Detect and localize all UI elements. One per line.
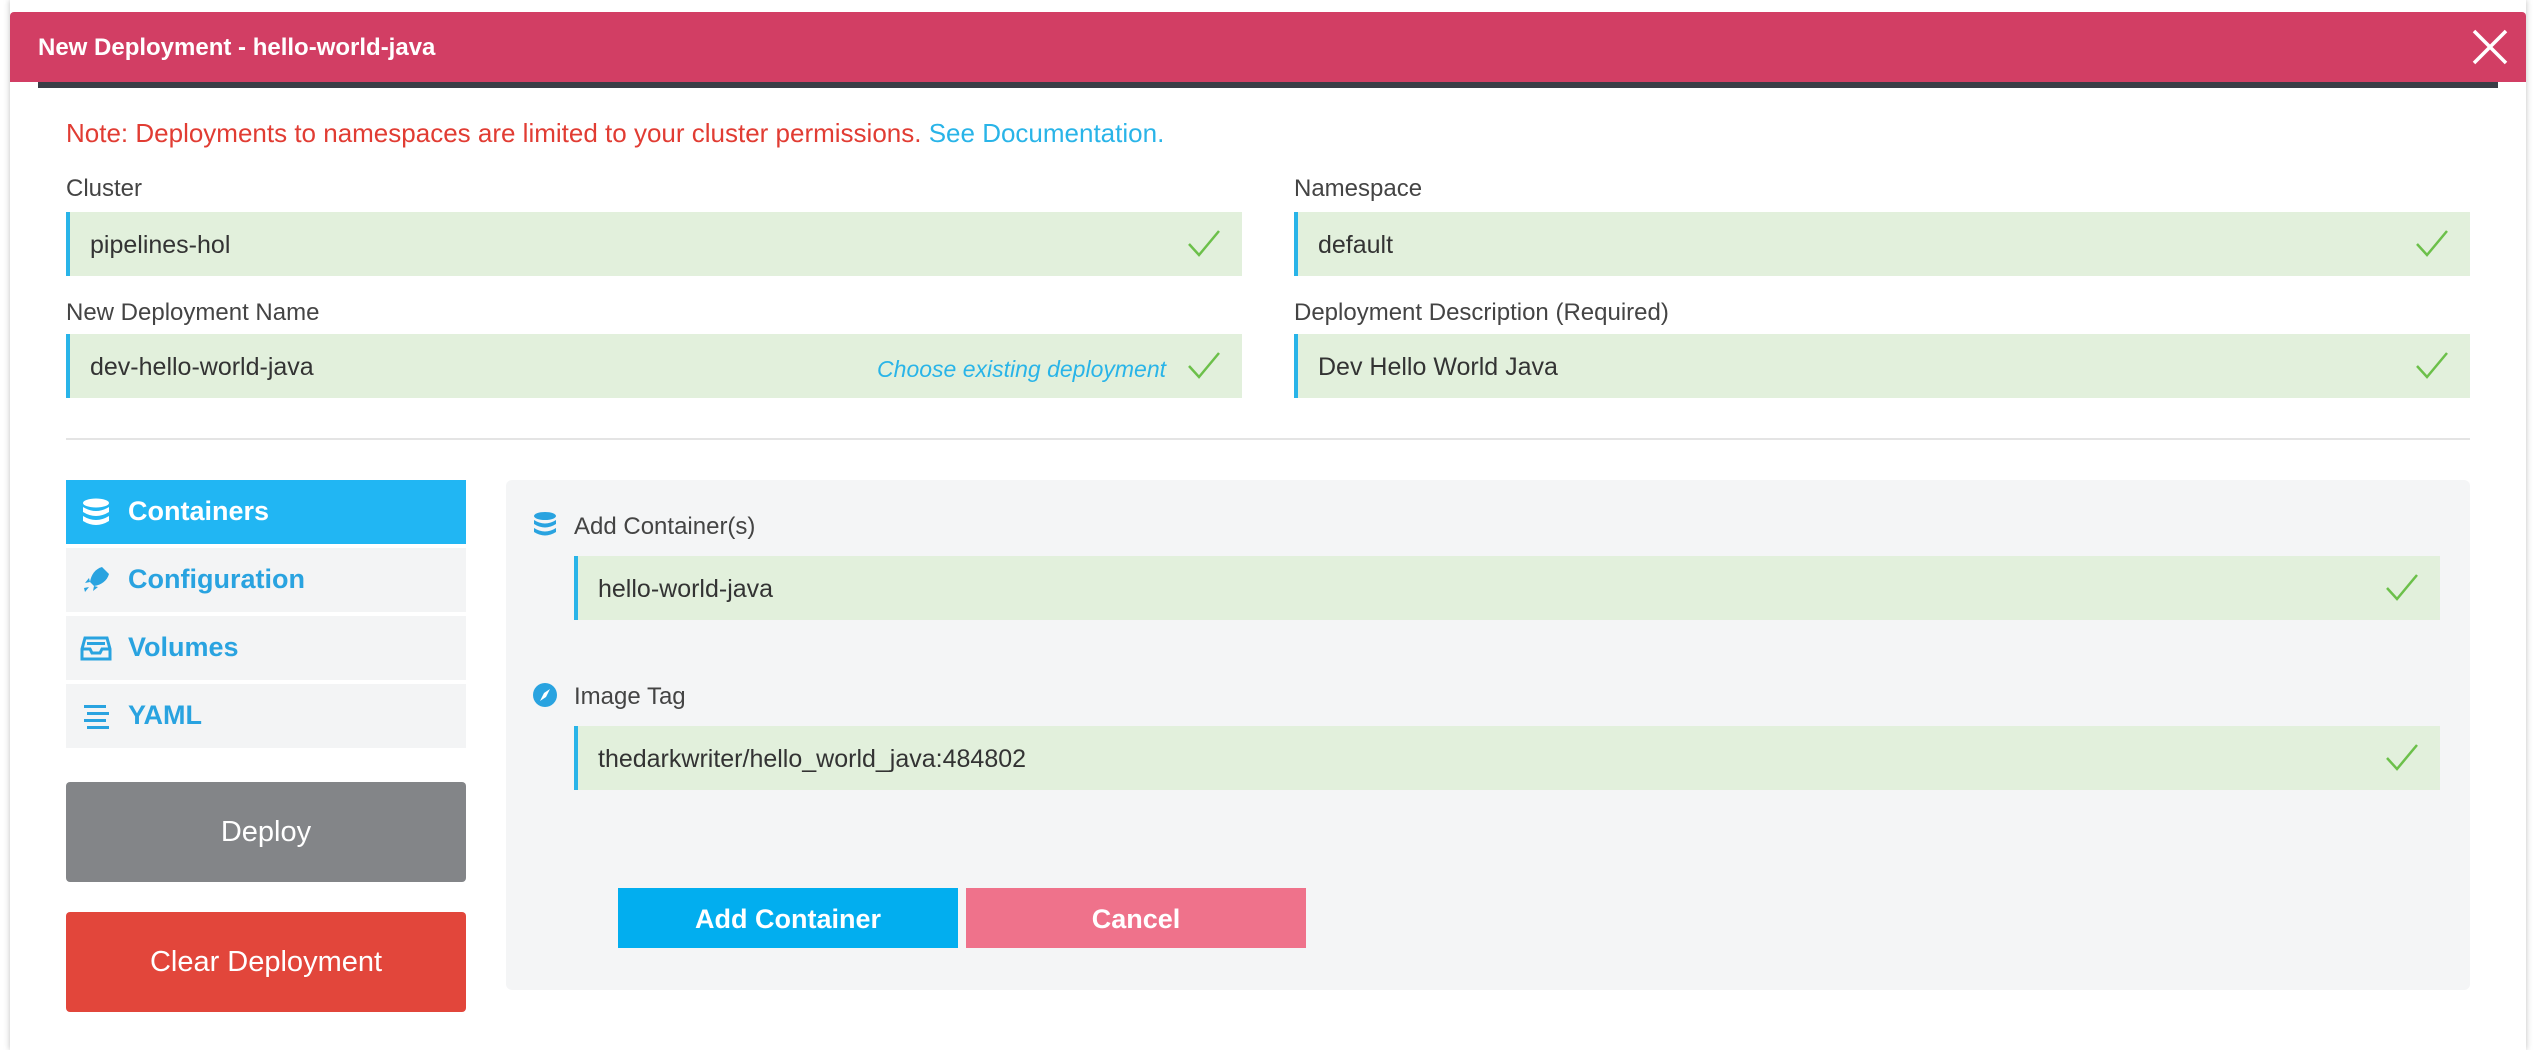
deploy-button-label: Deploy bbox=[220, 816, 312, 848]
lines-icon bbox=[84, 705, 109, 729]
image-tag-label: Image Tag bbox=[574, 683, 686, 710]
deployment-name-label: New Deployment Name bbox=[66, 299, 320, 326]
add-containers-label: Add Container(s) bbox=[574, 513, 756, 540]
close-button[interactable] bbox=[2468, 25, 2512, 69]
check-icon bbox=[2416, 352, 2448, 379]
documentation-link[interactable]: See Documentation. bbox=[929, 118, 1165, 148]
check-icon bbox=[1188, 352, 1220, 379]
sidebar-item-label: Volumes bbox=[128, 632, 239, 662]
titlebar-shadow-strip bbox=[38, 82, 2498, 88]
add-container-button[interactable]: Add Container bbox=[618, 888, 958, 948]
deployment-name-value: dev-hello-world-java bbox=[90, 353, 314, 381]
cluster-value: pipelines-hol bbox=[90, 231, 231, 259]
sidebar-item-yaml[interactable]: YAML bbox=[66, 684, 466, 748]
sidebar-item-configuration[interactable]: Configuration bbox=[66, 548, 466, 612]
deployment-description-field[interactable]: Dev Hello World Java bbox=[1294, 334, 2470, 398]
check-icon bbox=[2386, 574, 2418, 601]
clear-deployment-button-label: Clear Deployment bbox=[149, 946, 383, 978]
compass-icon bbox=[533, 683, 557, 707]
sidebar-item-label: Containers bbox=[128, 496, 270, 526]
cancel-button[interactable]: Cancel bbox=[966, 888, 1306, 948]
deployment-name-field[interactable]: dev-hello-world-java Choose existing dep… bbox=[66, 334, 1242, 398]
rocket-icon bbox=[84, 567, 109, 592]
database-icon bbox=[83, 498, 109, 525]
check-icon bbox=[2386, 744, 2418, 771]
choose-existing-deployment-link[interactable]: Choose existing deployment bbox=[877, 356, 1166, 383]
namespace-label: Namespace bbox=[1294, 175, 1423, 202]
container-name-value: hello-world-java bbox=[598, 575, 774, 603]
clear-deployment-button[interactable]: Clear Deployment bbox=[66, 912, 466, 1012]
cluster-label: Cluster bbox=[66, 175, 143, 202]
image-tag-field[interactable]: thedarkwriter/hello_world_java:484802 bbox=[574, 726, 2440, 790]
modal-titlebar: New Deployment - hello-world-java bbox=[10, 12, 2526, 82]
container-name-field[interactable]: hello-world-java bbox=[574, 556, 2440, 620]
database-icon bbox=[534, 512, 556, 536]
cancel-button-label: Cancel bbox=[1091, 904, 1181, 934]
sidebar-item-containers[interactable]: Containers bbox=[66, 480, 466, 544]
deployment-description-label: Deployment Description (Required) bbox=[1294, 299, 1669, 326]
inbox-icon bbox=[80, 636, 112, 661]
check-icon bbox=[1188, 230, 1220, 257]
deploy-button[interactable]: Deploy bbox=[66, 782, 466, 882]
cluster-field[interactable]: pipelines-hol bbox=[66, 212, 1242, 276]
section-divider bbox=[66, 438, 2470, 440]
add-container-button-label: Add Container bbox=[695, 904, 881, 934]
note-text: Note: Deployments to namespaces are limi… bbox=[66, 118, 929, 148]
deployment-modal: New Deployment - hello-world-java Note: … bbox=[10, 0, 2526, 1050]
close-icon bbox=[2472, 29, 2508, 65]
image-tag-value: thedarkwriter/hello_world_java:484802 bbox=[598, 745, 1027, 773]
modal-title: New Deployment - hello-world-java bbox=[38, 34, 436, 61]
deployment-description-value: Dev Hello World Java bbox=[1318, 353, 1558, 381]
sidebar-item-volumes[interactable]: Volumes bbox=[66, 616, 466, 680]
namespace-field[interactable]: default bbox=[1294, 212, 2470, 276]
sidebar-item-label: Configuration bbox=[128, 564, 305, 594]
container-panel: Add Container(s) hello-world-java Image … bbox=[506, 480, 2470, 990]
sidebar-item-label: YAML bbox=[128, 700, 203, 730]
permissions-note: Note: Deployments to namespaces are limi… bbox=[66, 118, 1164, 149]
namespace-value: default bbox=[1318, 231, 1394, 259]
check-icon bbox=[2416, 230, 2448, 257]
